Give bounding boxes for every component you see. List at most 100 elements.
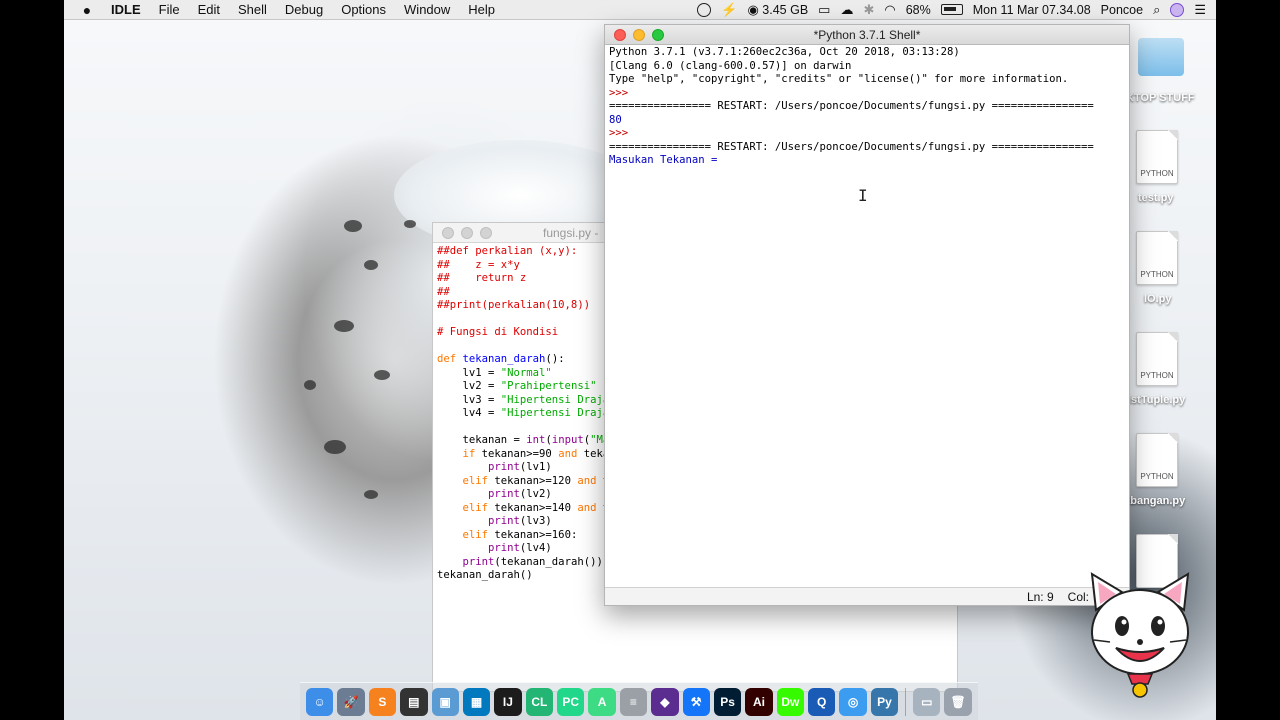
- menu-bar: ● IDLE File Edit Shell Debug Options Win…: [64, 0, 1216, 20]
- launchpad-icon[interactable]: 🚀: [337, 687, 365, 716]
- sequel-icon[interactable]: ≡: [619, 687, 648, 716]
- shell-zoom-button[interactable]: [652, 29, 664, 41]
- code-token: input: [551, 434, 584, 446]
- photoshop-icon[interactable]: Ps: [713, 687, 742, 716]
- desktop-file-label[interactable]: IO.py: [1144, 293, 1172, 305]
- menu-debug[interactable]: Debug: [276, 2, 332, 17]
- wifi-icon[interactable]: ◠: [884, 2, 895, 18]
- shell-statusbar: Ln: 9 Col:: [605, 587, 1129, 605]
- file-type-label: PYTHON: [1140, 472, 1174, 481]
- python-file-icon[interactable]: PYTHON: [1136, 332, 1178, 386]
- python-file-icon[interactable]: PYTHON: [1136, 433, 1178, 487]
- trello-icon[interactable]: ▦: [462, 687, 491, 716]
- pycharm-icon[interactable]: PC: [557, 687, 585, 716]
- safari-icon[interactable]: ◎: [839, 687, 867, 716]
- code-token: "Hipertensi Draja: [500, 393, 610, 406]
- user-name[interactable]: Poncoe: [1101, 3, 1143, 17]
- shell-titlebar[interactable]: *Python 3.7.1 Shell*: [605, 25, 1129, 45]
- spotlight-search-icon[interactable]: ⌕: [1153, 2, 1160, 18]
- code-line: ##print(perkalian(10,8)): [437, 299, 591, 311]
- shell-title: *Python 3.7.1 Shell*: [813, 28, 921, 42]
- bluetooth-icon[interactable]: ✱: [863, 2, 874, 18]
- record-status-icon[interactable]: [697, 2, 712, 17]
- shell-restart-line: ================ RESTART: /Users/poncoe/…: [609, 100, 1094, 112]
- dock-separator: [905, 687, 907, 716]
- cloud-icon[interactable]: ☁: [840, 2, 853, 18]
- illustrator-icon[interactable]: Ai: [745, 687, 773, 716]
- virtualbox-icon[interactable]: ▣: [431, 687, 459, 716]
- editor-zoom-button[interactable]: [480, 227, 492, 239]
- editor-close-button[interactable]: [442, 227, 454, 239]
- editor-minimize-button[interactable]: [461, 227, 473, 239]
- mirror-display-icon[interactable]: ▭: [818, 2, 830, 18]
- menu-window[interactable]: Window: [395, 2, 459, 17]
- code-token: "Normal": [500, 366, 552, 379]
- python-launcher-icon[interactable]: Py: [870, 687, 899, 716]
- code-token: print: [488, 488, 520, 500]
- menu-file[interactable]: File: [150, 2, 189, 17]
- code-line: tekanan_darah(): [437, 569, 533, 581]
- shell-output-line: 80: [609, 113, 622, 126]
- shell-prompt: >>>: [609, 86, 635, 99]
- desktop-file-label[interactable]: istTuple.py: [1128, 394, 1185, 406]
- shell-output-area[interactable]: Python 3.7.1 (v3.7.1:260ec2c36a, Oct 20 …: [605, 45, 1129, 587]
- menu-shell[interactable]: Shell: [229, 2, 276, 17]
- code-line: ##def perkalian (x,y):: [437, 245, 578, 257]
- cat-mascot-logo: [1090, 572, 1190, 698]
- python-file-icon[interactable]: PYTHON: [1136, 130, 1178, 184]
- shell-close-button[interactable]: [614, 29, 626, 41]
- memory-indicator[interactable]: ◉ 3.45 GB: [747, 2, 808, 18]
- desktop-file-label[interactable]: test.py: [1138, 192, 1173, 204]
- code-token: (lv2): [519, 488, 552, 500]
- code-token: tekanan =: [437, 434, 527, 446]
- menu-help[interactable]: Help: [459, 2, 504, 17]
- battery-percent[interactable]: 68%: [906, 3, 931, 17]
- clock[interactable]: Mon 11 Mar 07.34.08: [973, 3, 1091, 17]
- documents-stack-icon[interactable]: ▭: [913, 687, 941, 716]
- desktop-folder-label[interactable]: KTOP STUFF: [1126, 92, 1195, 104]
- code-token: print: [488, 515, 520, 527]
- line-indicator: Ln: 9: [1026, 589, 1054, 604]
- dreamweaver-icon[interactable]: Dw: [776, 687, 804, 716]
- desktop-folder-icon[interactable]: [1138, 38, 1184, 76]
- claquette-icon[interactable]: ▤: [400, 687, 428, 716]
- code-token: elif: [437, 528, 495, 541]
- shell-minimize-button[interactable]: [633, 29, 645, 41]
- python-file-icon[interactable]: PYTHON: [1136, 231, 1178, 285]
- siri-icon[interactable]: [1170, 2, 1185, 17]
- finder-icon[interactable]: ☺: [306, 687, 334, 716]
- notification-center-icon[interactable]: ☰: [1194, 2, 1206, 18]
- intellij-icon[interactable]: IJ: [494, 687, 522, 716]
- lightning-icon[interactable]: ⚡: [721, 2, 737, 18]
- menu-edit[interactable]: Edit: [189, 2, 229, 17]
- battery-icon[interactable]: [940, 4, 963, 15]
- xcode-icon[interactable]: ⚒: [682, 687, 710, 716]
- trash-icon[interactable]: 🗑: [944, 687, 972, 716]
- code-token: (tekanan_darah()): [494, 555, 603, 568]
- apple-menu-icon[interactable]: ●: [72, 2, 102, 18]
- text-cursor-icon: I: [858, 186, 868, 205]
- code-token: (lv1): [519, 461, 552, 473]
- code-token: elif: [437, 474, 495, 487]
- code-token: print: [462, 555, 495, 568]
- android-studio-icon[interactable]: A: [588, 687, 616, 716]
- shell-line: [Clang 6.0 (clang-600.0.57)] on darwin: [609, 59, 852, 72]
- code-line: ##: [437, 285, 450, 298]
- shell-window[interactable]: *Python 3.7.1 Shell* Python 3.7.1 (v3.7.…: [604, 24, 1130, 606]
- editor-title: fungsi.py -: [543, 226, 599, 240]
- sublime-icon[interactable]: S: [368, 687, 397, 716]
- menu-app-idle[interactable]: IDLE: [102, 2, 150, 17]
- code-token: elif: [437, 501, 495, 514]
- clion-icon[interactable]: CL: [525, 687, 553, 716]
- visual-studio-icon[interactable]: ◆: [651, 687, 679, 716]
- code-token: tekanan>=160:: [494, 528, 578, 541]
- menu-options[interactable]: Options: [332, 2, 395, 17]
- code-line: # Fungsi di Kondisi: [437, 326, 559, 338]
- code-line: ## return z: [437, 272, 527, 284]
- shell-input-prompt[interactable]: Masukan Tekanan =: [609, 154, 724, 166]
- code-token: tekanan_darah: [462, 353, 546, 365]
- quicktime-icon[interactable]: Q: [808, 687, 836, 716]
